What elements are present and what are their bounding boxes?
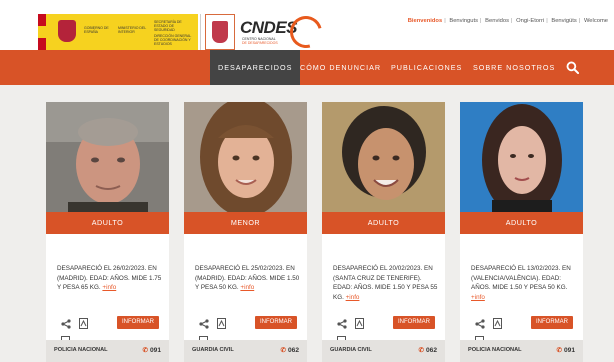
pdf-icon[interactable]: [355, 316, 365, 334]
cndes-logo-subtitle: Centro Nacional de Desaparecidos: [242, 37, 278, 45]
card-description: DESAPARECIÓ EL 26/02/2023. EN (MADRID). …: [57, 265, 162, 291]
language-selector: Bienvenidos | Benvinguts | Benvidos | Ongi-…: [407, 18, 608, 24]
card-description: DESAPARECIÓ EL 25/02/2023. EN (MADRID). …: [195, 265, 300, 291]
phone-icon: ✆: [280, 347, 286, 354]
phone-link[interactable]: ✆ 091: [142, 346, 161, 354]
informar-button[interactable]: INFORMAR: [117, 316, 159, 329]
missing-person-card: ADULTO DESAPARECIÓ EL 13/02/2023. EN (VA…: [460, 102, 583, 362]
informar-button[interactable]: INFORMAR: [255, 316, 297, 329]
nav-como-denunciar[interactable]: CÓMO DENUNCIAR: [292, 50, 389, 85]
card-share-tools: [337, 316, 383, 348]
missing-person-card: MENOR DESAPARECIÓ EL 25/02/2023. EN (MAD…: [184, 102, 307, 362]
card-footer: GUARDIA CIVIL ✆ 062: [322, 340, 445, 362]
card-description: DESAPARECIÓ EL 13/02/2023. EN (VALENCIA/…: [471, 265, 571, 301]
gov-line-1: Gobierno de España: [84, 26, 109, 34]
more-info-link[interactable]: +info: [471, 294, 485, 301]
agency-label: GUARDIA CIVIL: [330, 347, 372, 353]
government-logo[interactable]: Gobierno de España Ministerio del Interi…: [38, 14, 198, 50]
coat-of-arms-icon: [58, 20, 76, 42]
agency-label: GUARDIA CIVIL: [192, 347, 234, 353]
card-description: DESAPARECIÓ EL 20/02/2023. EN (SANTA CRU…: [333, 265, 438, 301]
gov-line-2: Ministerio del Interior: [118, 26, 147, 34]
pdf-icon[interactable]: [493, 316, 503, 334]
cndes-shield-icon: [205, 14, 235, 50]
nav-sobre-nosotros[interactable]: SOBRE NOSOTROS: [465, 50, 563, 85]
nav-desaparecidos[interactable]: DESAPARECIDOS: [210, 50, 301, 85]
category-badge: MENOR: [184, 212, 307, 234]
card-footer: GUARDIA CIVIL ✆ 062: [184, 340, 307, 362]
phone-icon: ✆: [142, 347, 148, 354]
phone-link[interactable]: ✆ 091: [556, 346, 575, 354]
gov-line-4: Dirección General de Coordinación y Estu…: [154, 34, 192, 46]
phone-link[interactable]: ✆ 062: [280, 346, 299, 354]
phone-icon: ✆: [556, 347, 562, 354]
spain-flag-icon: [38, 14, 46, 50]
share-icon[interactable]: [199, 316, 209, 334]
lang-benvinguts[interactable]: Benvinguts: [449, 18, 478, 24]
category-badge: ADULTO: [322, 212, 445, 234]
search-icon[interactable]: [566, 61, 579, 74]
phone-link[interactable]: ✆ 062: [418, 346, 437, 354]
nav-publicaciones[interactable]: PUBLICACIONES: [383, 50, 470, 85]
card-footer: POLICIA NACIONAL ✆ 091: [460, 340, 583, 362]
share-icon[interactable]: [475, 316, 485, 334]
pdf-icon[interactable]: [79, 316, 89, 334]
category-badge: ADULTO: [46, 212, 169, 234]
logo-divider: [200, 14, 201, 50]
lang-benvidos[interactable]: Benvidos: [485, 18, 509, 24]
share-icon[interactable]: [61, 316, 71, 334]
cndes-swirl-icon: [284, 10, 328, 54]
gov-line-3: Secretaría de Estado de Seguridad: [154, 20, 182, 32]
person-photo[interactable]: [460, 102, 583, 212]
card-share-tools: [61, 316, 107, 348]
pdf-icon[interactable]: [217, 316, 227, 334]
informar-button[interactable]: INFORMAR: [393, 316, 435, 329]
more-info-link[interactable]: +info: [240, 284, 254, 291]
agency-label: POLICIA NACIONAL: [468, 347, 522, 353]
site-header: Gobierno de España Ministerio del Interi…: [0, 0, 614, 54]
person-photo[interactable]: [46, 102, 169, 212]
missing-person-card: ADULTO DESAPARECIÓ EL 20/02/2023. EN (SA…: [322, 102, 445, 362]
lang-welcome[interactable]: Welcome: [584, 18, 608, 24]
share-icon[interactable]: [337, 316, 347, 334]
phone-icon: ✆: [418, 347, 424, 354]
lang-ongi-etorri[interactable]: Ongi-Etorri: [516, 18, 544, 24]
cndes-logo-text[interactable]: CNDES: [240, 18, 298, 38]
agency-label: POLICIA NACIONAL: [54, 347, 108, 353]
more-info-link[interactable]: +info: [102, 284, 116, 291]
informar-button[interactable]: INFORMAR: [531, 316, 573, 329]
person-photo[interactable]: [322, 102, 445, 212]
category-badge: ADULTO: [460, 212, 583, 234]
missing-person-card: ADULTO DESAPARECIÓ EL 26/02/2023. EN (MA…: [46, 102, 169, 362]
card-share-tools: [475, 316, 521, 348]
main-nav: DESAPARECIDOS CÓMO DENUNCIAR PUBLICACION…: [0, 50, 614, 85]
lang-bienvenidos[interactable]: Bienvenidos: [408, 18, 442, 24]
card-footer: POLICIA NACIONAL ✆ 091: [46, 340, 169, 362]
person-photo[interactable]: [184, 102, 307, 212]
card-share-tools: [199, 316, 245, 348]
lang-benviguts[interactable]: Benvigüts: [551, 18, 576, 24]
more-info-link[interactable]: +info: [346, 294, 360, 301]
